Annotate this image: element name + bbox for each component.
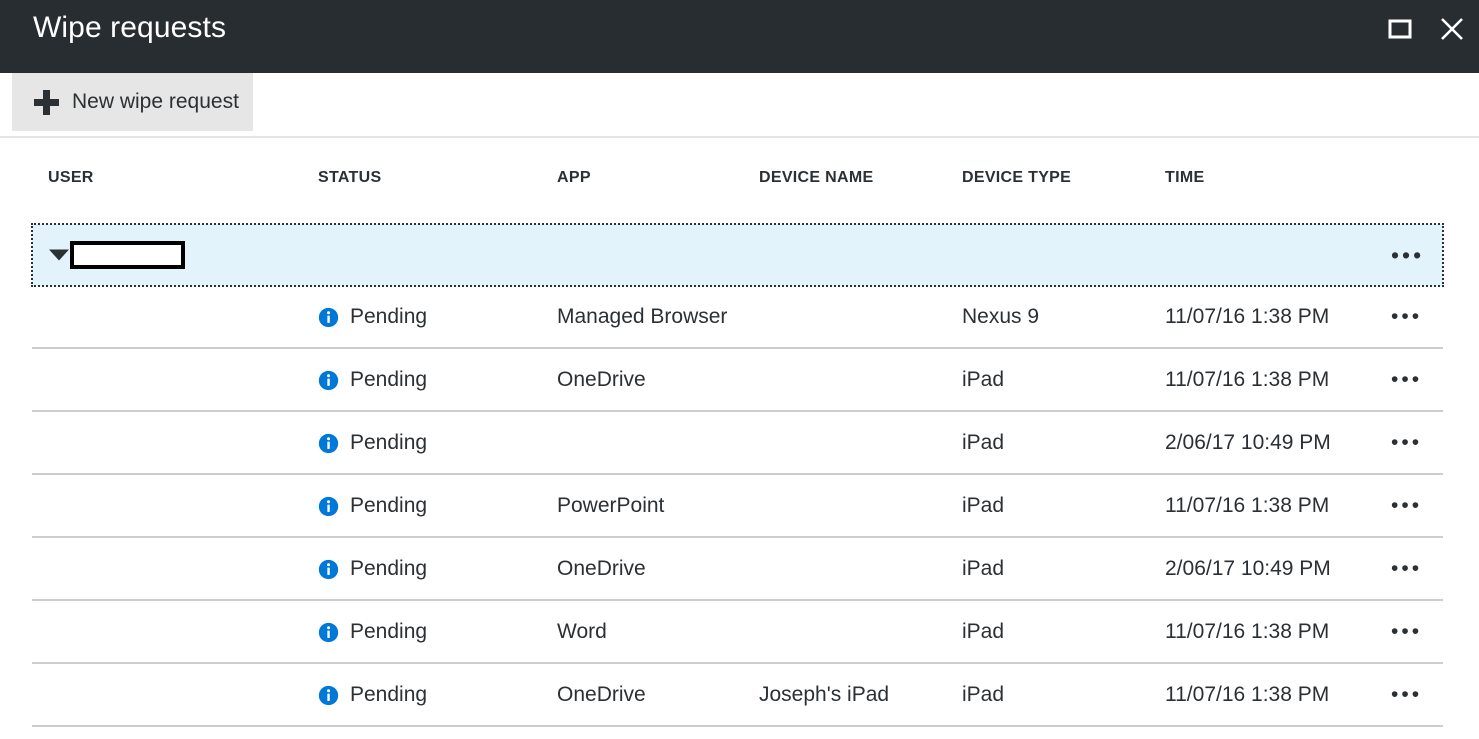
cell-device-type: iPad bbox=[962, 431, 1004, 455]
ellipsis-icon[interactable]: ••• bbox=[1391, 627, 1422, 637]
ellipsis-icon[interactable]: ••• bbox=[1391, 564, 1422, 574]
table-row[interactable]: Pending iPad 2/06/17 10:49 PM ••• bbox=[0, 412, 1479, 475]
status-label: Pending bbox=[350, 557, 427, 581]
column-header-app[interactable]: APP bbox=[557, 169, 591, 187]
cell-time: 11/07/16 1:38 PM bbox=[1165, 494, 1329, 518]
table-row[interactable]: Pending PowerPoint iPad 11/07/16 1:38 PM… bbox=[0, 475, 1479, 538]
cell-time: 2/06/17 10:49 PM bbox=[1165, 431, 1331, 455]
new-wipe-request-button[interactable]: New wipe request bbox=[12, 73, 253, 131]
cell-device-type: iPad bbox=[962, 683, 1004, 707]
cell-status: Pending bbox=[318, 557, 427, 581]
window-titlebar: Wipe requests bbox=[0, 0, 1479, 73]
cell-device-name: Joseph's iPad bbox=[759, 683, 889, 707]
cell-device-type: iPad bbox=[962, 368, 1004, 392]
table-row[interactable]: Pending OneDrive iPad 2/06/17 10:49 PM •… bbox=[0, 538, 1479, 601]
info-icon bbox=[318, 685, 339, 706]
ellipsis-icon[interactable]: ••• bbox=[1391, 250, 1424, 260]
table-row[interactable]: Pending OneDrive Joseph's iPad iPad 11/0… bbox=[0, 664, 1479, 727]
column-header-device-type[interactable]: DEVICE TYPE bbox=[962, 169, 1071, 187]
status-label: Pending bbox=[350, 620, 427, 644]
ellipsis-icon[interactable]: ••• bbox=[1391, 690, 1422, 700]
cell-status: Pending bbox=[318, 431, 427, 455]
page-title: Wipe requests bbox=[33, 6, 226, 50]
table-row[interactable]: Pending OneDrive iPad 11/07/16 1:38 PM •… bbox=[0, 349, 1479, 412]
cell-app: OneDrive bbox=[557, 683, 646, 707]
ellipsis-icon[interactable]: ••• bbox=[1391, 438, 1422, 448]
info-icon bbox=[318, 622, 339, 643]
status-label: Pending bbox=[350, 683, 427, 707]
cell-time: 2/06/17 10:49 PM bbox=[1165, 557, 1331, 581]
column-header-device-name[interactable]: DEVICE NAME bbox=[759, 169, 873, 187]
info-icon bbox=[318, 496, 339, 517]
cell-app: PowerPoint bbox=[557, 494, 664, 518]
ellipsis-icon[interactable]: ••• bbox=[1391, 501, 1422, 511]
status-label: Pending bbox=[350, 431, 427, 455]
grid-header-row: USER STATUS APP DEVICE NAME DEVICE TYPE … bbox=[0, 138, 1479, 200]
cell-status: Pending bbox=[318, 494, 427, 518]
cell-time: 11/07/16 1:38 PM bbox=[1165, 620, 1329, 644]
restore-icon bbox=[1387, 18, 1413, 40]
cell-time: 11/07/16 1:38 PM bbox=[1165, 683, 1329, 707]
status-label: Pending bbox=[350, 305, 427, 329]
cell-status: Pending bbox=[318, 683, 427, 707]
cell-app: Managed Browser bbox=[557, 305, 727, 329]
column-header-time[interactable]: TIME bbox=[1165, 169, 1204, 187]
cell-time: 11/07/16 1:38 PM bbox=[1165, 368, 1329, 392]
ellipsis-icon[interactable]: ••• bbox=[1391, 375, 1422, 385]
restore-button[interactable] bbox=[1379, 8, 1421, 50]
plus-icon bbox=[34, 90, 59, 115]
cell-status: Pending bbox=[318, 305, 427, 329]
user-name-redacted bbox=[70, 241, 185, 269]
column-header-user[interactable]: USER bbox=[48, 169, 94, 187]
status-label: Pending bbox=[350, 494, 427, 518]
cell-time: 11/07/16 1:38 PM bbox=[1165, 305, 1329, 329]
row-separator bbox=[32, 725, 1443, 727]
cell-app: OneDrive bbox=[557, 557, 646, 581]
table-row[interactable]: Pending Managed Browser Nexus 9 11/07/16… bbox=[0, 286, 1479, 349]
cell-device-type: iPad bbox=[962, 494, 1004, 518]
cell-app: Word bbox=[557, 620, 607, 644]
close-icon bbox=[1439, 16, 1465, 42]
command-toolbar: New wipe request bbox=[0, 73, 1479, 136]
info-icon bbox=[318, 307, 339, 328]
cell-status: Pending bbox=[318, 620, 427, 644]
info-icon bbox=[318, 559, 339, 580]
cell-device-type: Nexus 9 bbox=[962, 305, 1039, 329]
table-row[interactable]: Pending Word iPad 11/07/16 1:38 PM ••• bbox=[0, 601, 1479, 664]
close-button[interactable] bbox=[1431, 8, 1473, 50]
info-icon bbox=[318, 370, 339, 391]
status-label: Pending bbox=[350, 368, 427, 392]
column-header-status[interactable]: STATUS bbox=[318, 169, 381, 187]
chevron-down-icon[interactable] bbox=[49, 250, 69, 261]
grid-group-row-selected[interactable]: ••• bbox=[32, 224, 1443, 286]
info-icon bbox=[318, 433, 339, 454]
cell-app: OneDrive bbox=[557, 368, 646, 392]
new-wipe-request-label: New wipe request bbox=[72, 90, 239, 114]
wipe-requests-grid: USER STATUS APP DEVICE NAME DEVICE TYPE … bbox=[0, 138, 1479, 200]
cell-device-type: iPad bbox=[962, 620, 1004, 644]
cell-status: Pending bbox=[318, 368, 427, 392]
ellipsis-icon[interactable]: ••• bbox=[1391, 312, 1422, 322]
cell-device-type: iPad bbox=[962, 557, 1004, 581]
